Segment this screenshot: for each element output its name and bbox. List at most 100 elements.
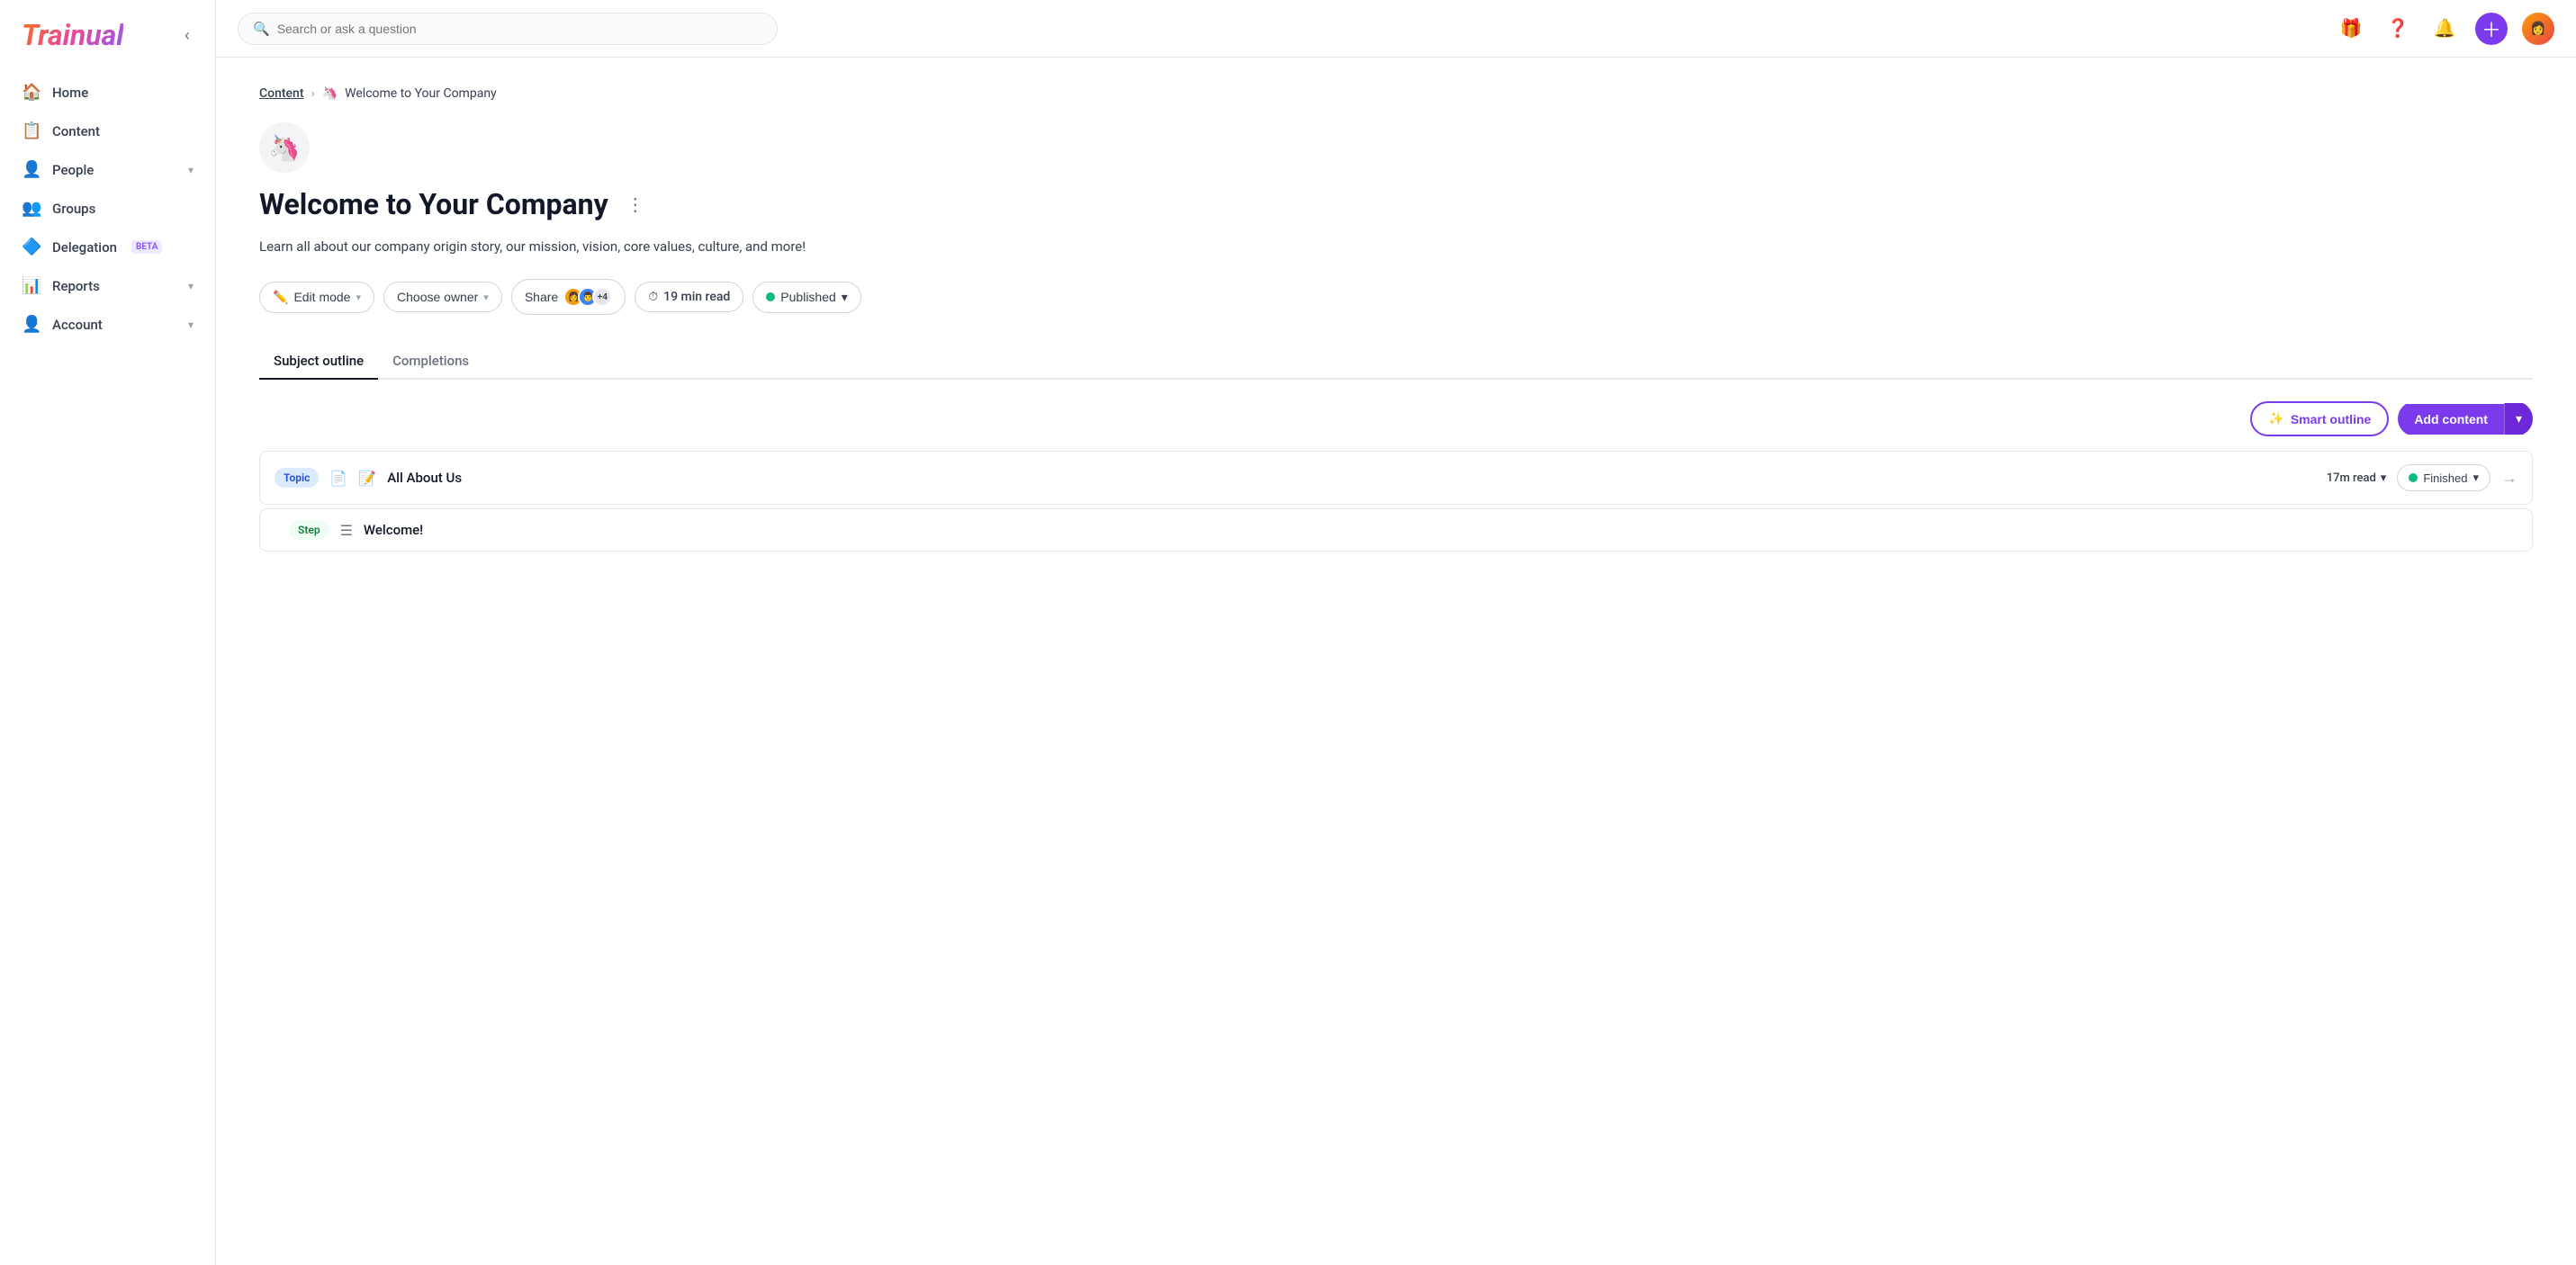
outline-toolbar: ✨ Smart outline Add content ▾	[259, 401, 2533, 436]
subject-icon: 🦄	[259, 122, 310, 173]
tab-subject-outline[interactable]: Subject outline	[259, 344, 378, 380]
sidebar-item-label: Content	[52, 123, 100, 139]
subject-emoji: 🦄	[269, 133, 301, 163]
add-content-button-group: Add content ▾	[2398, 401, 2533, 436]
breadcrumb-current: Welcome to Your Company	[345, 86, 497, 101]
sidebar-item-label: Groups	[52, 201, 95, 217]
sidebar-item-account[interactable]: 👤 Account ▾	[11, 306, 204, 343]
edit-mode-label: Edit mode	[293, 290, 350, 304]
help-icon-button[interactable]: ❓	[2382, 13, 2414, 45]
breadcrumb-separator: ›	[311, 86, 315, 101]
chevron-down-icon: ▾	[2472, 471, 2479, 485]
chevron-down-icon: ▾	[188, 318, 194, 331]
user-avatar[interactable]: 👩	[2522, 13, 2554, 45]
read-time: ⏱ 19 min read	[635, 282, 743, 312]
sidebar-item-home[interactable]: 🏠 Home	[11, 74, 204, 111]
topbar-actions: 🎁 ❓ 🔔 ＋ 👩	[2335, 13, 2554, 45]
search-icon: 🔍	[253, 21, 270, 37]
subject-description: Learn all about our company origin story…	[259, 236, 2533, 257]
beta-badge: BETA	[131, 240, 163, 254]
sidebar-item-content[interactable]: 📋 Content	[11, 112, 204, 149]
avatar-stack: 👩 👨 +4	[563, 287, 612, 307]
action-bar: ✏️ Edit mode ▾ Choose owner ▾ Share 👩 👨 …	[259, 279, 2533, 315]
tabs: Subject outline Completions	[259, 344, 2533, 380]
sidebar-item-reports[interactable]: 📊 Reports ▾	[11, 267, 204, 304]
subject-title-row: Welcome to Your Company ⋮	[259, 187, 2533, 221]
groups-icon: 👥	[22, 199, 41, 218]
wand-icon: ✨	[2268, 411, 2283, 426]
sidebar-item-people[interactable]: 👤 People ▾	[11, 151, 204, 188]
subject-title: Welcome to Your Company	[259, 187, 608, 221]
sidebar-item-groups[interactable]: 👥 Groups	[11, 190, 204, 227]
topic-name: All About Us	[387, 470, 2315, 486]
clock-icon: ⏱	[648, 290, 658, 304]
sidebar-item-label: Account	[52, 317, 103, 333]
published-button[interactable]: Published ▾	[752, 282, 861, 313]
topic-emoji: 📝	[358, 470, 376, 487]
topbar: 🔍 🎁 ❓ 🔔 ＋ 👩	[216, 0, 2576, 58]
finished-dot	[2409, 473, 2418, 482]
sidebar-item-label: Home	[52, 85, 88, 101]
tab-completions[interactable]: Completions	[378, 344, 483, 380]
delegation-icon: 🔷	[22, 238, 41, 256]
chevron-down-icon: ▾	[2381, 471, 2387, 485]
choose-owner-label: Choose owner	[397, 290, 478, 304]
published-label: Published	[780, 290, 836, 304]
reports-icon: 📊	[22, 276, 41, 295]
smart-outline-button[interactable]: ✨ Smart outline	[2250, 401, 2389, 436]
list-icon: ☰	[340, 522, 353, 539]
sidebar-item-label: People	[52, 162, 94, 178]
topic-row: Topic 📄 📝 All About Us 17m read ▾ Finish…	[259, 451, 2533, 505]
topic-badge: Topic	[275, 468, 319, 488]
sidebar-nav: 🏠 Home 📋 Content 👤 People ▾ 👥 Groups 🔷 D…	[0, 67, 215, 1265]
finished-label: Finished	[2423, 471, 2467, 485]
chevron-down-icon: ▾	[188, 280, 194, 292]
edit-icon: ✏️	[273, 290, 288, 305]
share-avatar-count: +4	[592, 287, 612, 307]
choose-owner-button[interactable]: Choose owner ▾	[383, 282, 502, 312]
sidebar: Trainual ‹ 🏠 Home 📋 Content 👤 People ▾ 👥…	[0, 0, 216, 1265]
add-content-main-button[interactable]: Add content	[2398, 404, 2504, 435]
navigate-arrow-button[interactable]: →	[2501, 469, 2517, 488]
main-area: 🔍 🎁 ❓ 🔔 ＋ 👩 Content › 🦄 Welcome to Your …	[216, 0, 2576, 1265]
add-content-dropdown-button[interactable]: ▾	[2504, 403, 2533, 435]
share-button[interactable]: Share 👩 👨 +4	[511, 279, 626, 315]
sidebar-collapse-button[interactable]: ‹	[181, 22, 194, 49]
page-content: Content › 🦄 Welcome to Your Company 🦄 We…	[216, 58, 2576, 1265]
search-input[interactable]	[277, 22, 762, 36]
published-dot	[766, 292, 775, 301]
logo-area: Trainual ‹	[0, 0, 215, 67]
breadcrumb: Content › 🦄 Welcome to Your Company	[259, 86, 2533, 101]
chevron-down-icon: ▾	[188, 164, 194, 176]
read-time-value: 17m read	[2327, 471, 2376, 485]
step-name: Welcome!	[364, 522, 2517, 538]
people-icon: 👤	[22, 160, 41, 179]
smart-outline-label: Smart outline	[2291, 412, 2371, 426]
finished-button[interactable]: Finished ▾	[2397, 464, 2490, 491]
read-time-label: 19 min read	[663, 290, 730, 304]
edit-mode-button[interactable]: ✏️ Edit mode ▾	[259, 282, 374, 313]
notification-icon-button[interactable]: 🔔	[2428, 13, 2461, 45]
gift-icon-button[interactable]: 🎁	[2335, 13, 2367, 45]
sidebar-item-label: Reports	[52, 278, 100, 294]
add-button[interactable]: ＋	[2475, 13, 2508, 45]
document-icon: 📄	[329, 470, 347, 487]
account-icon: 👤	[22, 315, 41, 334]
app-logo: Trainual	[22, 18, 123, 52]
topic-read-time: 17m read ▾	[2327, 471, 2387, 485]
step-badge: Step	[289, 520, 329, 540]
share-label: Share	[525, 290, 558, 304]
home-icon: 🏠	[22, 83, 41, 102]
breadcrumb-emoji: 🦄	[322, 86, 338, 101]
chevron-down-icon: ▾	[842, 290, 848, 305]
sidebar-item-label: Delegation	[52, 239, 117, 256]
content-list: Topic 📄 📝 All About Us 17m read ▾ Finish…	[259, 451, 2533, 555]
topic-actions: 17m read ▾ Finished ▾ →	[2327, 464, 2517, 491]
more-options-button[interactable]: ⋮	[619, 190, 652, 220]
chevron-down-icon: ▾	[483, 292, 489, 303]
chevron-down-icon: ▾	[356, 292, 361, 303]
breadcrumb-parent-link[interactable]: Content	[259, 86, 304, 101]
search-bar: 🔍	[238, 13, 778, 45]
sidebar-item-delegation[interactable]: 🔷 Delegation BETA	[11, 229, 204, 265]
content-icon: 📋	[22, 121, 41, 140]
